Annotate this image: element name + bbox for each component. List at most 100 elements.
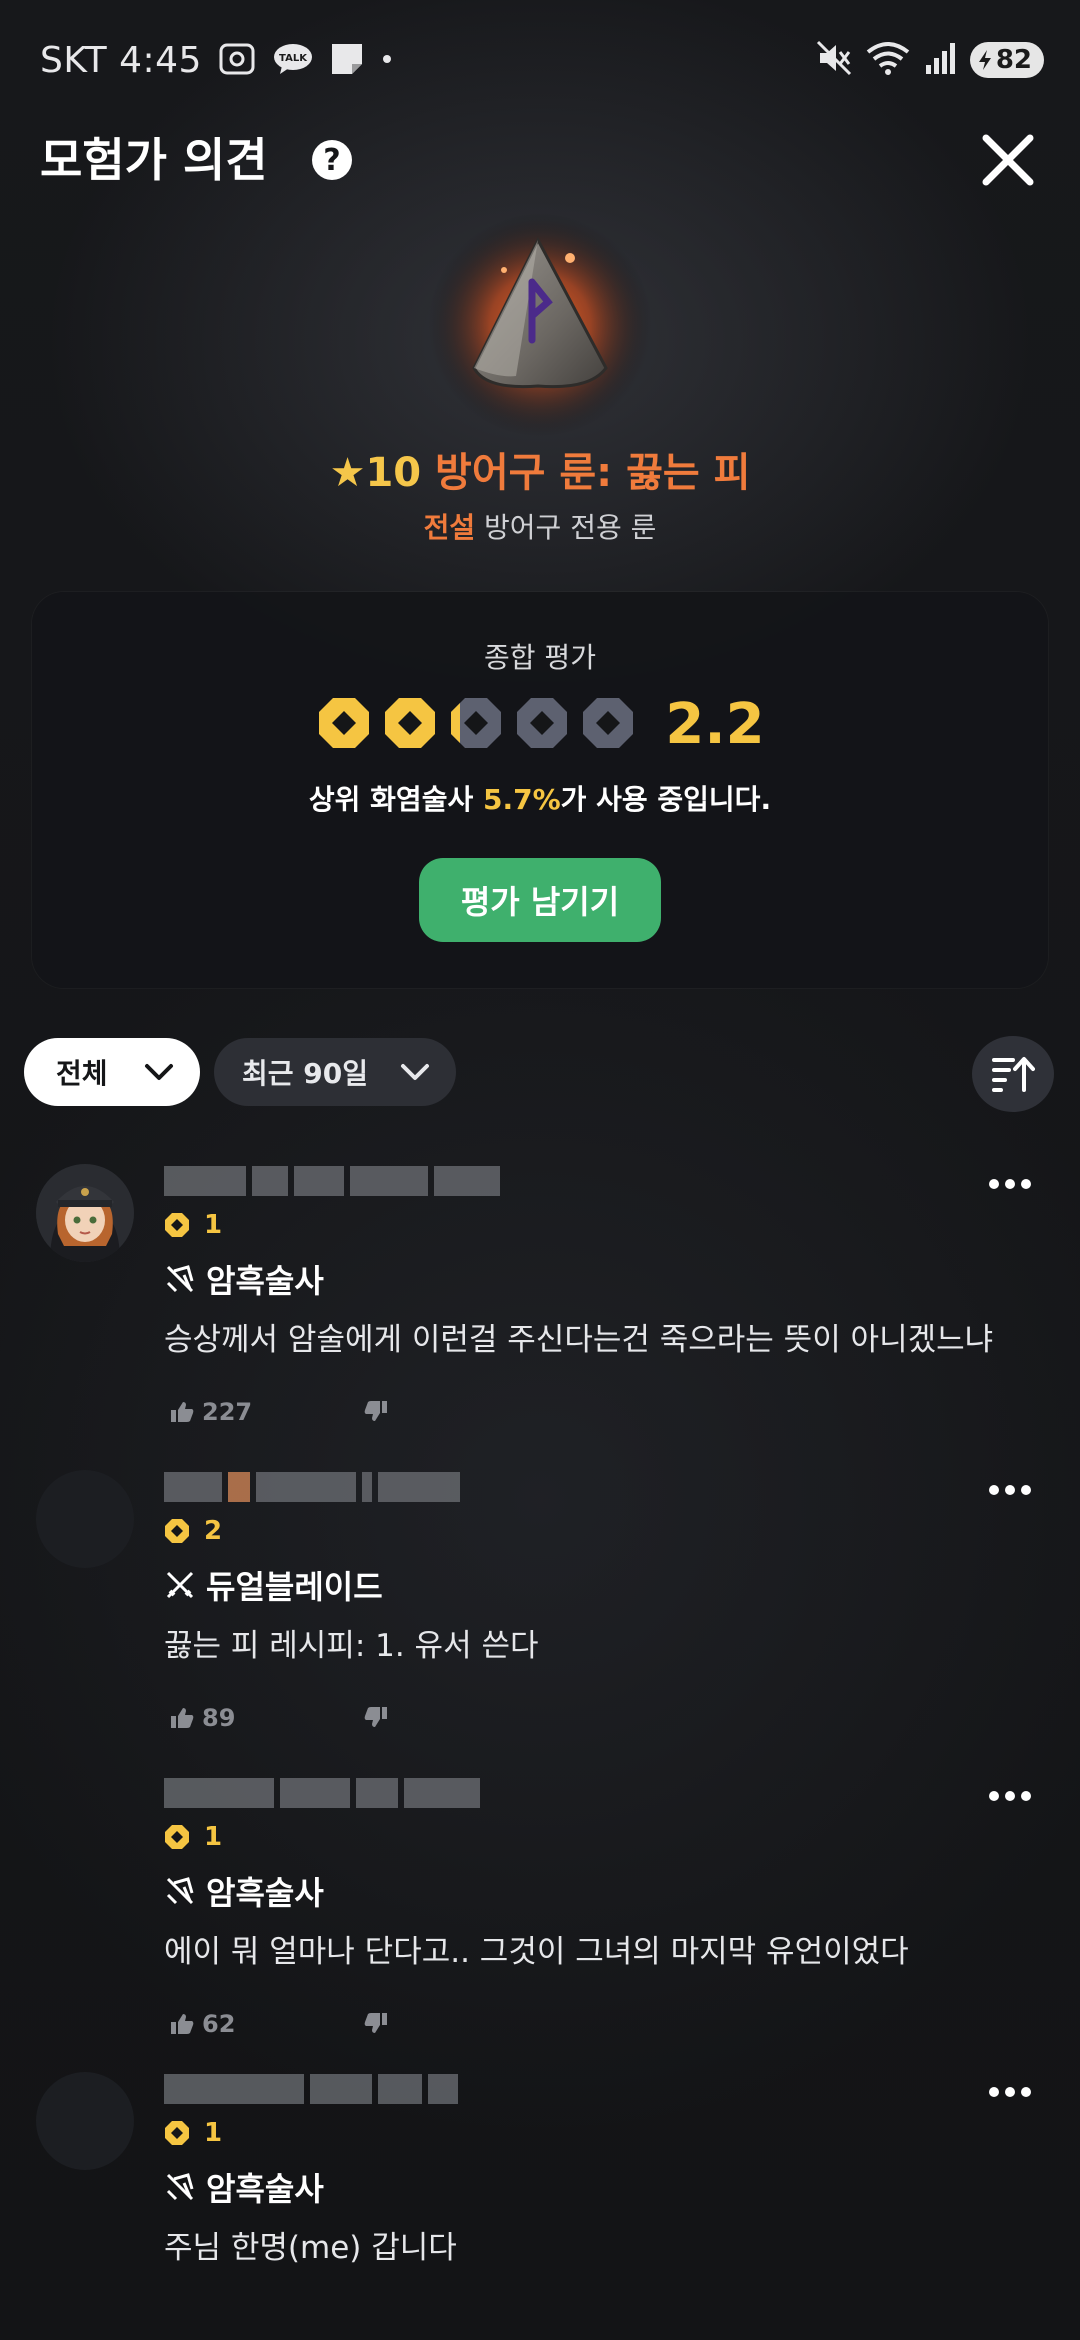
user-level: 1 <box>164 1210 222 1240</box>
user-class: 암흑술사 <box>164 1868 324 1914</box>
chevron-down-icon <box>144 1064 173 1080</box>
user-level-value: 2 <box>204 1516 223 1546</box>
rune-stone-icon <box>428 213 652 437</box>
item-type: 방어구 전용 룬 <box>484 511 657 544</box>
dislike-button[interactable] <box>364 2012 388 2038</box>
comment-text: 에이 뭐 얼마나 단다고.. 그것이 그녀의 마지막 유언이었다 <box>164 1934 909 1970</box>
mute-icon <box>816 40 852 80</box>
sort-button[interactable] <box>972 1036 1054 1112</box>
avatar[interactable] <box>36 1470 134 1568</box>
like-count: 227 <box>202 1398 253 1426</box>
level-gem-icon <box>165 1825 189 1849</box>
dislike-button[interactable] <box>364 1706 388 1732</box>
sort-icon <box>992 1057 1035 1092</box>
like-button[interactable]: 89 <box>170 1704 235 1732</box>
item-subtitle: 전설 방어구 전용 룬 <box>0 506 1080 546</box>
note-icon <box>330 42 364 80</box>
avatar[interactable] <box>36 1164 134 1262</box>
like-count: 62 <box>202 2010 236 2038</box>
status-bar: SKT 4:45 TALK 82 <box>0 0 1080 120</box>
comment-text: 끓는 피 레시피: 1. 유서 쓴다 <box>164 1628 539 1664</box>
dot-icon <box>380 51 394 70</box>
rating-gem-3-icon <box>447 694 505 756</box>
user-level-value: 1 <box>204 1822 223 1852</box>
usage-prefix: 상위 화염술사 <box>308 783 483 816</box>
header: 모험가 의견 ? <box>0 120 1080 200</box>
close-icon <box>982 134 1034 186</box>
rating-score: 2.2 <box>665 692 765 757</box>
scope-filter-dropdown[interactable]: 전체 <box>24 1038 200 1106</box>
screenshot-icon <box>218 42 256 80</box>
wifi-icon <box>866 40 910 80</box>
user-class-label: 암흑술사 <box>206 1262 324 1300</box>
status-right: 82 <box>816 40 1044 80</box>
user-class: 암흑술사 <box>164 1256 324 1302</box>
more-options-icon[interactable] <box>988 1480 1032 1500</box>
battery-indicator: 82 <box>969 42 1044 78</box>
period-filter-label: 최근 90일 <box>242 1057 368 1090</box>
dislike-button[interactable] <box>364 1400 388 1426</box>
rating-gem-5-icon <box>579 694 637 756</box>
usage-description: 상위 화염술사 5.7%가 사용 중입니다. <box>32 778 1048 818</box>
user-level: 2 <box>164 1516 222 1546</box>
user-class-label: 암흑술사 <box>206 2170 324 2208</box>
comment-item: 2 듀얼블레이드 끓는 피 레시피: 1. 유서 쓴다 89 <box>0 1470 1080 1770</box>
thumbs-up-icon <box>171 1708 194 1728</box>
charging-icon <box>978 50 991 70</box>
thumbs-up-icon <box>171 2014 194 2034</box>
blurred-username <box>164 1472 460 1502</box>
battery-level: 82 <box>995 45 1032 75</box>
comment-item: 1 암흑술사 에이 뭐 얼마나 단다고.. 그것이 그녀의 마지막 유언이었다 … <box>0 1776 1080 2076</box>
item-name: ★10 방어구 룬: 끓는 피 <box>0 440 1080 498</box>
user-level-value: 1 <box>204 1210 223 1240</box>
level-gem-icon <box>165 2121 189 2145</box>
user-class: 듀얼블레이드 <box>164 1562 383 1608</box>
more-options-icon[interactable] <box>988 1786 1032 1806</box>
comment-text: 주님 한명(me) 갑니다 <box>164 2230 457 2266</box>
help-icon[interactable]: ? <box>312 140 352 180</box>
like-button[interactable]: 62 <box>170 2010 235 2038</box>
usage-percent: 5.7% <box>482 783 561 816</box>
svg-text:TALK: TALK <box>279 53 308 64</box>
item-grade: 전설 <box>423 511 476 544</box>
blurred-username <box>164 1166 500 1196</box>
status-left: SKT 4:45 TALK <box>40 40 394 81</box>
user-class: 암흑술사 <box>164 2164 324 2210</box>
comment-item: 1 암흑술사 주님 한명(me) 갑니다 <box>0 2072 1080 2340</box>
like-button[interactable]: 227 <box>170 1398 252 1426</box>
rating-gem-1-icon <box>315 694 373 756</box>
rating-row: 2.2 <box>32 692 1048 757</box>
night-lord-class-icon <box>166 2173 194 2201</box>
rating-gem-2-icon <box>381 694 439 756</box>
user-class-label: 듀얼블레이드 <box>206 1568 383 1606</box>
carrier-time: SKT 4:45 <box>40 40 202 81</box>
user-level-value: 1 <box>204 2118 223 2148</box>
avatar[interactable] <box>36 2072 134 2170</box>
period-filter-dropdown[interactable]: 최근 90일 <box>214 1038 456 1106</box>
item-title: 방어구 룬: 끓는 피 <box>435 450 751 496</box>
filter-row: 전체 최근 90일 <box>0 1036 1080 1112</box>
item-star-level: ★10 <box>329 450 422 496</box>
rating-gem-4-icon <box>513 694 571 756</box>
blurred-username <box>164 2074 458 2104</box>
like-count: 89 <box>202 1704 236 1732</box>
rating-label: 종합 평가 <box>484 641 596 674</box>
more-options-icon[interactable] <box>988 2082 1032 2102</box>
rating-card: 종합 평가 2.2 상위 화염술사 5.7%가 사용 중입니다. 평가 남기기 <box>32 592 1048 988</box>
page-title: 모험가 의견 <box>40 133 268 187</box>
more-options-icon[interactable] <box>988 1174 1032 1194</box>
character-avatar-icon <box>36 1164 134 1262</box>
signal-icon <box>924 41 956 79</box>
usage-suffix: 가 사용 중입니다. <box>560 783 772 816</box>
dual-blade-class-icon <box>166 1571 194 1599</box>
chevron-down-icon <box>401 1064 429 1080</box>
leave-review-button[interactable]: 평가 남기기 <box>419 858 661 942</box>
close-button[interactable] <box>976 128 1040 192</box>
thumbs-down-icon <box>364 1401 387 1421</box>
night-lord-class-icon <box>166 1877 194 1905</box>
screen: SKT 4:45 TALK 82 모험가 의견 ? ★10 방어구 룬: 끓는 … <box>0 0 1080 2340</box>
thumbs-down-icon <box>364 2013 387 2033</box>
night-lord-class-icon <box>166 1265 194 1293</box>
thumbs-down-icon <box>364 1707 387 1727</box>
rune-item-image <box>420 200 660 440</box>
